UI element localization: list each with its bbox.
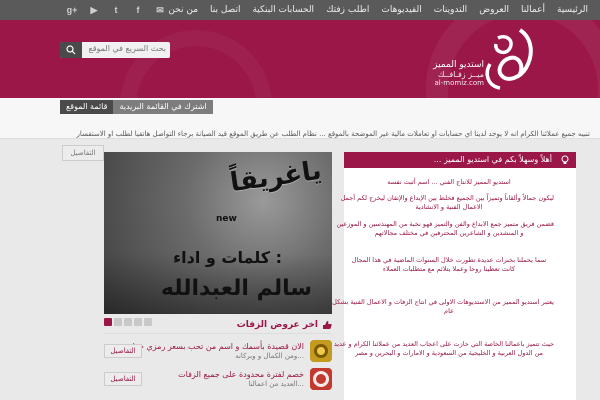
welcome-text-line: استديو المميز للانتاج الفني ... اسم أثبت… — [387, 178, 511, 186]
offer-image-icon — [310, 368, 332, 390]
search-button[interactable] — [60, 42, 82, 58]
facebook-icon[interactable]: f — [128, 3, 148, 17]
offers-section-title: اخر عروض الزفات — [237, 320, 332, 330]
offer-details-button[interactable]: التفاصيل — [104, 372, 142, 386]
search-icon — [66, 45, 76, 55]
nav-item-contact[interactable]: اتصل بنا — [210, 5, 240, 15]
search-box: بحث السريع في الموقع — [60, 42, 170, 58]
offer-thumbnail — [310, 368, 332, 390]
welcome-text-line: عام — [444, 307, 454, 315]
slider-pagination — [104, 318, 152, 326]
mail-icon[interactable]: ✉ — [150, 3, 170, 17]
logo-title: استديو المميز — [433, 60, 484, 70]
logo-mark-icon — [485, 28, 533, 90]
nav-item-blog[interactable]: التدوينات — [434, 5, 467, 15]
nav-item-home[interactable]: الرئيسية — [557, 5, 588, 15]
youtube-icon[interactable]: ▶ — [84, 3, 104, 17]
slider-dot[interactable] — [104, 318, 112, 326]
welcome-text-line: الاعمال الفنية و الانشادية — [415, 203, 483, 211]
welcome-title: أهلاً وسهلاً بكم في استديو المميز ... — [433, 155, 552, 164]
offer-subtitle: ...ومن الكمال و وبركانه — [235, 352, 304, 360]
search-input[interactable]: بحث السريع في الموقع — [88, 44, 166, 53]
welcome-header: أهلاً وسهلاً بكم في استديو المميز ... — [344, 152, 576, 168]
slide-credit-name: سالم العبدالله — [160, 276, 312, 301]
offer-item[interactable]: خصم لفترة محدودة على جميع الزفات ...العد… — [104, 368, 332, 394]
logo-tagline: ميــز زفـافــك — [437, 70, 484, 79]
offer-thumbnail — [310, 340, 332, 362]
welcome-text-line: و المنشدين و الشاعرين المحترفين في مختلف… — [374, 229, 524, 237]
offer-subtitle: ...العديد من اعمالنا — [248, 380, 304, 388]
ticker-text: تنبيه جميع عملائنا الكرام انه لا يوجد لد… — [76, 130, 590, 138]
social-links: g+ ▶ t f ✉ — [62, 3, 170, 17]
slide-credit-label: كلمات و اداء : — [172, 248, 282, 267]
welcome-text-line: من الدول العربية و الخليجية من السعودية … — [354, 349, 544, 357]
nav-item-works[interactable]: أعمالنا — [521, 5, 545, 15]
google-plus-icon[interactable]: g+ — [62, 3, 82, 17]
offer-item[interactable]: الان قصيدة بأسمك و اسم من تحب بسعر رمزي … — [104, 340, 332, 366]
slide-new-label: new — [216, 214, 237, 224]
slider-dot[interactable] — [124, 318, 132, 326]
twitter-icon[interactable]: t — [106, 3, 126, 17]
logo-url: al-momiz.com — [434, 79, 484, 87]
welcome-panel: أهلاً وسهلاً بكم في استديو المميز ... اس… — [332, 152, 576, 400]
decorative-pattern — [120, 30, 272, 98]
site-logo[interactable]: استديو المميز ميــز زفـافــك al-momiz.co… — [433, 24, 536, 96]
nav-item-order[interactable]: اطلب زفتك — [326, 5, 369, 15]
offer-details-button[interactable]: التفاصيل — [104, 344, 142, 358]
site-header: بحث السريع في الموقع استديو المميز ميــز… — [0, 20, 600, 98]
tab-site-map[interactable]: قائمة الموقع — [60, 100, 114, 114]
top-bar: g+ ▶ t f ✉ الرئيسية أعمالنا العروض التدو… — [0, 0, 600, 20]
nav-item-bank[interactable]: الحسابات البنكية — [252, 5, 314, 15]
offers-column: ياغريقاً new كلمات و اداء : سالم العبدال… — [104, 152, 332, 400]
thumbs-up-icon — [323, 321, 332, 329]
nav-item-offers[interactable]: العروض — [479, 5, 509, 15]
welcome-text-line: كانت تعطينا روحا وعملا يتلائم مع متطلبات… — [382, 265, 516, 273]
tab-mailing-list[interactable]: اشترك في القائمة البريدية — [113, 100, 213, 114]
welcome-text-line: سما يحملنا بخبرات عديدة تطورت خلال السنو… — [351, 256, 547, 264]
lightbulb-icon — [561, 155, 569, 164]
welcome-text-line: يعتبر استديو المميز من الاستديوهات الاول… — [332, 298, 554, 306]
offer-image-icon — [310, 340, 332, 362]
header-tabs: قائمة الموقع اشترك في القائمة البريدية — [60, 100, 213, 114]
featured-slider[interactable]: ياغريقاً new كلمات و اداء : سالم العبدال… — [104, 152, 332, 314]
slider-dot[interactable] — [134, 318, 142, 326]
slider-dot[interactable] — [144, 318, 152, 326]
welcome-text-line: حيث تتميز باعمالنا الخاصة التي حازت على … — [333, 340, 554, 348]
ticker-details-button[interactable]: التفاصيل — [62, 145, 104, 161]
welcome-body: استديو المميز للانتاج الفني ... اسم أثبت… — [332, 170, 576, 400]
divider — [104, 333, 332, 334]
offer-title[interactable]: خصم لفترة محدودة على جميع الزفات — [178, 370, 304, 379]
nav-item-about[interactable]: من نحن — [168, 5, 198, 15]
nav-item-videos[interactable]: الفيديوهات — [381, 5, 421, 15]
slider-dot[interactable] — [114, 318, 122, 326]
offers-heading: اخر عروض الزفات — [236, 320, 318, 330]
offer-title[interactable]: الان قصيدة بأسمك و اسم من تحب بسعر رمزي … — [133, 342, 304, 351]
welcome-text-line: ليكون جمالاً وألقاناً وتميزاً بين الجميع… — [340, 194, 554, 202]
welcome-text-line: فضمن فريق متميز جمع الابداع والفن والتمي… — [336, 220, 554, 228]
main-nav: الرئيسية أعمالنا العروض التدوينات الفيدي… — [168, 0, 588, 20]
